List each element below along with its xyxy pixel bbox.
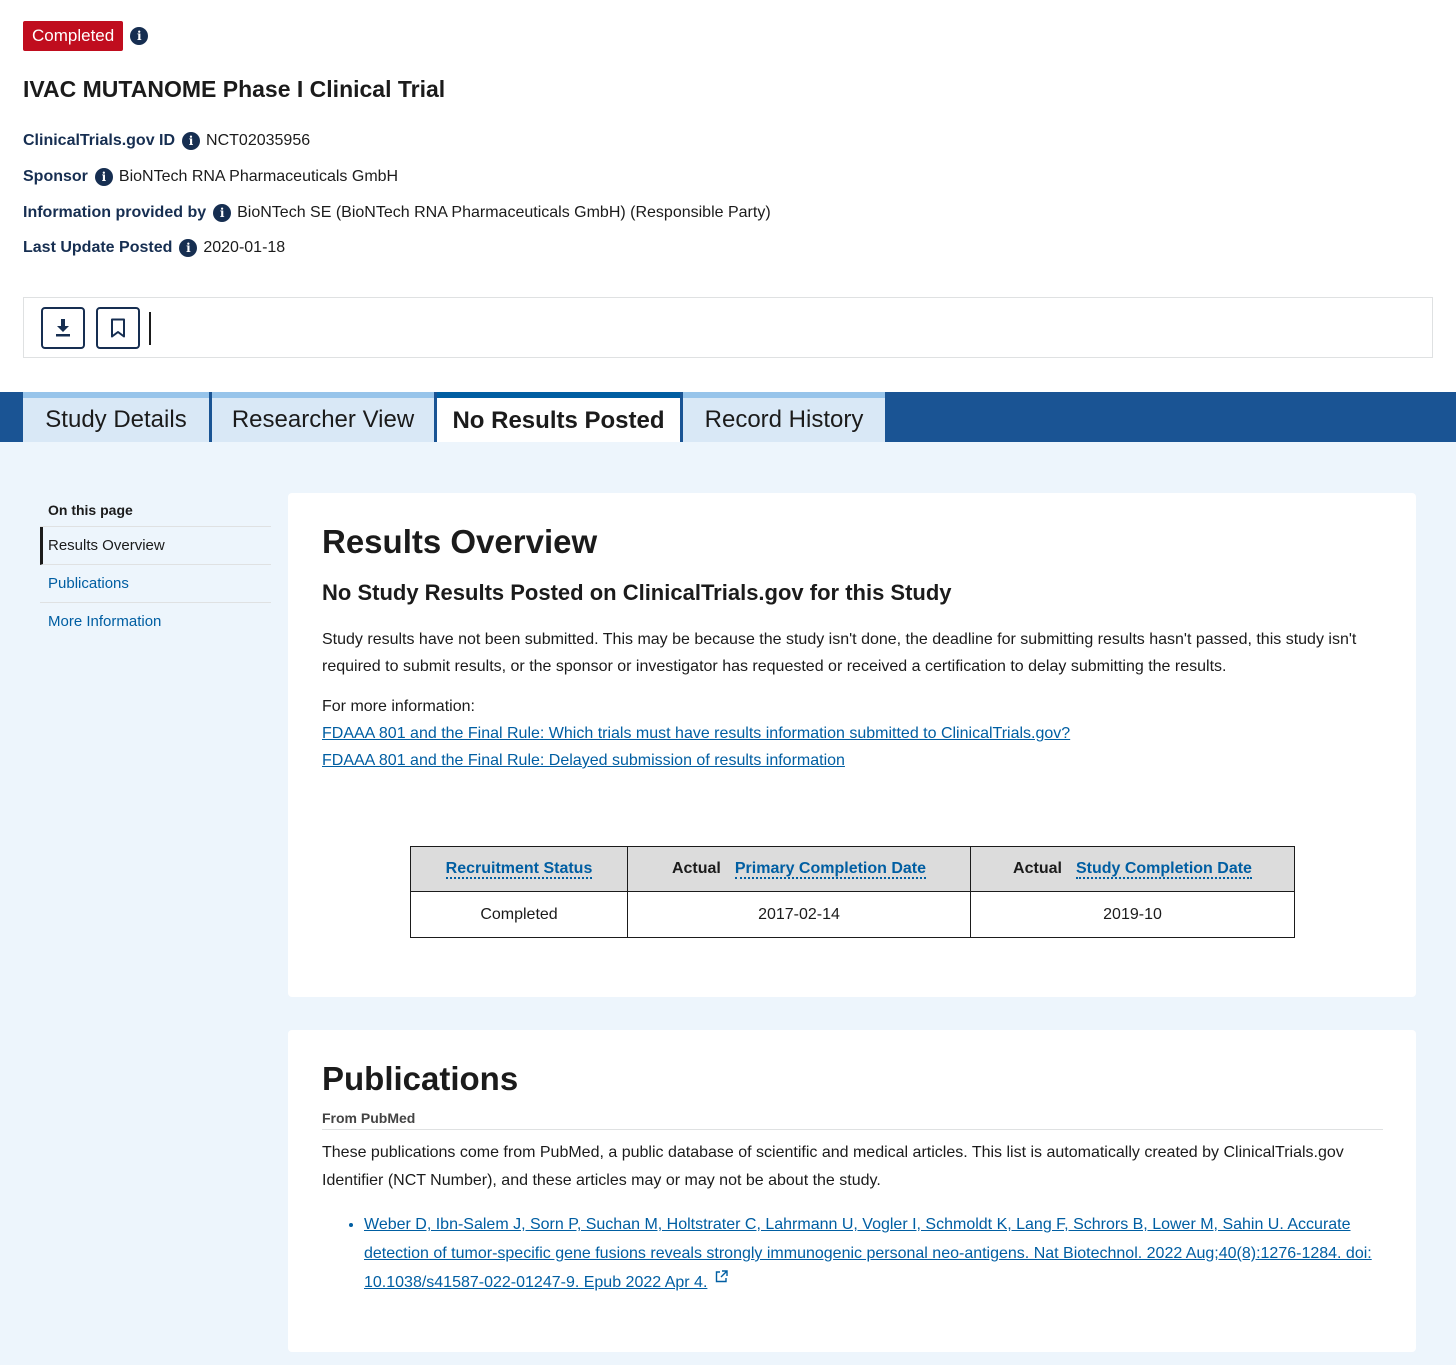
cell-recruitment-status: Completed: [410, 891, 628, 938]
status-row: Completed i: [23, 21, 149, 51]
nav-item-results-overview[interactable]: Results Overview: [40, 527, 271, 565]
tab-bar: Study Details Researcher View No Results…: [0, 392, 1456, 444]
meta-nct-id: ClinicalTrials.gov ID i NCT02035956: [23, 132, 310, 150]
download-button[interactable]: [41, 307, 85, 349]
results-heading: Results Overview: [322, 523, 598, 560]
nav-item-more-information[interactable]: More Information: [40, 603, 271, 640]
info-icon[interactable]: i: [179, 239, 198, 257]
meta-value: BioNTech SE (BioNTech RNA Pharmaceutical…: [237, 204, 771, 221]
info-icon[interactable]: i: [130, 27, 149, 45]
more-info-label: For more information:: [322, 698, 475, 715]
meta-last-update: Last Update Posted i 2020-01-18: [23, 239, 285, 257]
meta-label: Last Update Posted: [23, 239, 173, 256]
on-this-page-nav: On this page Results Overview Publicatio…: [40, 492, 271, 640]
info-icon[interactable]: i: [94, 168, 113, 186]
nav-heading: On this page: [40, 492, 271, 527]
publications-source: From PubMed: [322, 1110, 1383, 1130]
meta-label: Information provided by: [23, 204, 207, 221]
meta-value: 2020-01-18: [203, 239, 286, 256]
tab-record-history[interactable]: Record History: [683, 392, 885, 442]
link-fdaaa-delayed-submission[interactable]: FDAAA 801 and the Final Rule: Delayed su…: [322, 752, 845, 769]
meta-value: BioNTech RNA Pharmaceuticals GmbH: [118, 168, 399, 185]
link-fdaaa-which-trials[interactable]: FDAAA 801 and the Final Rule: Which tria…: [322, 725, 1070, 742]
bookmark-button[interactable]: [96, 307, 140, 349]
publication-link[interactable]: Weber D, Ibn-Salem J, Sorn P, Suchan M, …: [364, 1216, 1372, 1291]
study-completion-date-link[interactable]: Study Completion Date: [1075, 860, 1252, 879]
tab-study-details[interactable]: Study Details: [23, 392, 209, 442]
publications-heading: Publications: [322, 1060, 519, 1097]
table-header-row: Recruitment Status Actual Primary Complet…: [410, 846, 1295, 892]
download-icon: [56, 319, 70, 337]
bookmark-icon: [111, 318, 125, 338]
primary-completion-date-link[interactable]: Primary Completion Date: [734, 860, 927, 879]
th-primary-completion: Actual Primary Completion Date: [627, 846, 971, 892]
th-prefix: Actual: [671, 860, 721, 877]
list-item: Weber D, Ibn-Salem J, Sorn P, Suchan M, …: [364, 1210, 1380, 1297]
th-recruitment-status: Recruitment Status: [410, 846, 628, 892]
meta-sponsor: Sponsor i BioNTech RNA Pharmaceuticals G…: [23, 168, 398, 186]
page-title: IVAC MUTANOME Phase I Clinical Trial: [23, 76, 446, 102]
toolbar-divider: [149, 312, 151, 345]
tab-no-results-posted[interactable]: No Results Posted: [437, 392, 680, 444]
meta-value: NCT02035956: [206, 132, 311, 149]
results-subheading: No Study Results Posted on ClinicalTrial…: [322, 580, 952, 605]
publications-body: These publications come from PubMed, a p…: [322, 1144, 1344, 1189]
nav-item-publications[interactable]: Publications: [40, 565, 271, 603]
info-icon[interactable]: i: [213, 204, 232, 222]
publication-list: Weber D, Ibn-Salem J, Sorn P, Suchan M, …: [330, 1210, 1380, 1297]
th-prefix: Actual: [1013, 860, 1062, 877]
table-row: Completed 2017-02-14 2019-10: [410, 891, 1295, 938]
info-icon[interactable]: i: [182, 132, 201, 150]
toolbar: [23, 297, 1433, 358]
results-body: Study results have not been submitted. T…: [322, 631, 1357, 675]
status-badge: Completed: [23, 21, 124, 51]
meta-info-provided-by: Information provided by i BioNTech SE (B…: [23, 204, 771, 222]
meta-label: Sponsor: [23, 168, 88, 185]
results-overview-card: Results Overview No Study Results Posted…: [288, 493, 1416, 997]
tab-researcher-view[interactable]: Researcher View: [212, 392, 434, 442]
recruitment-status-link[interactable]: Recruitment Status: [445, 860, 593, 879]
meta-label: ClinicalTrials.gov ID: [23, 132, 176, 149]
completion-table: Recruitment Status Actual Primary Complet…: [410, 846, 1295, 938]
cell-primary-completion: 2017-02-14: [627, 891, 971, 938]
external-link-icon: [715, 1270, 728, 1283]
main-content: On this page Results Overview Publicatio…: [0, 442, 1456, 1365]
study-header: Completed i IVAC MUTANOME Phase I Clinic…: [0, 0, 1456, 392]
th-study-completion: Actual Study Completion Date: [970, 846, 1295, 892]
publications-card: Publications From PubMed These publicati…: [288, 1030, 1416, 1352]
cell-study-completion: 2019-10: [970, 891, 1295, 938]
